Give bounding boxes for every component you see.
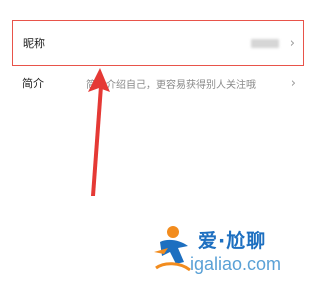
chevron-right-icon: › <box>289 35 295 51</box>
intro-label: 简介 <box>22 77 44 90</box>
nickname-label: 昵称 <box>23 37 45 50</box>
chevron-right-icon: › <box>290 75 296 91</box>
intro-placeholder: 简单介绍自己，更容易获得别人关注哦 <box>86 79 256 91</box>
watermark-url: igaliao.com <box>190 254 282 274</box>
watermark: 爱·尬聊 igaliao.com <box>150 222 300 280</box>
nickname-value-blurred <box>251 38 279 48</box>
watermark-name: 爱·尬聊 <box>198 230 267 252</box>
intro-row[interactable]: 简介 简单介绍自己，更容易获得别人关注哦 › <box>12 60 304 106</box>
